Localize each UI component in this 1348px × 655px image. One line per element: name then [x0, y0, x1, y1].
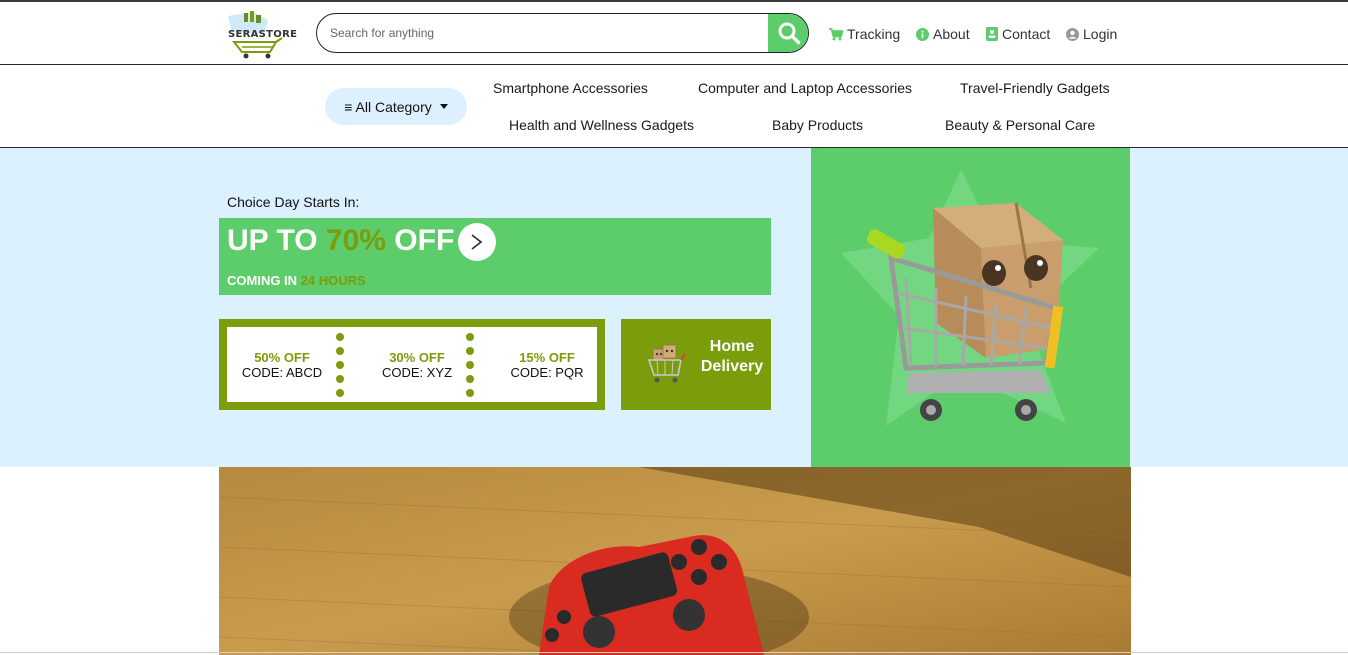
- caret-down-icon: [439, 104, 448, 109]
- home-delivery-label: Home Delivery: [700, 338, 764, 375]
- all-category-dropdown[interactable]: ≡ All Category: [325, 88, 467, 125]
- nav-contact[interactable]: Contact: [986, 24, 1050, 44]
- product-banner-image[interactable]: [219, 467, 1131, 655]
- nav-tracking-label: Tracking: [847, 26, 901, 42]
- coupon-item[interactable]: 30% OFF CODE: XYZ: [362, 350, 472, 381]
- promo-percent: 70%: [325, 224, 386, 257]
- promo-sub-prefix: COMING IN: [227, 273, 301, 288]
- category-link-travel-friendly-gadgets[interactable]: Travel-Friendly Gadgets: [960, 80, 1110, 96]
- site-header: SERASTORE Tracking About Contact Logi: [0, 2, 1348, 64]
- search-bar: [316, 13, 809, 53]
- promo-hours: 24 HOURS: [300, 273, 366, 288]
- nav-about-label: About: [933, 26, 970, 42]
- nav-tracking[interactable]: Tracking: [829, 24, 900, 44]
- shopping-cart-mascot-icon: [841, 170, 1099, 426]
- search-icon: [778, 22, 800, 45]
- coupon-code: CODE: PQR: [510, 365, 584, 380]
- game-controller-photo-icon: [219, 467, 1131, 655]
- header-divider: [0, 64, 1348, 65]
- coupon-item[interactable]: 50% OFF CODE: ABCD: [227, 350, 337, 381]
- nav-contact-label: Contact: [1002, 26, 1051, 42]
- category-link-baby-products[interactable]: Baby Products: [772, 117, 863, 133]
- coupon-code: CODE: ABCD: [241, 365, 323, 380]
- search-button[interactable]: [768, 14, 808, 52]
- promo-suffix: OFF: [385, 224, 455, 257]
- promo-prefix: UP TO: [227, 224, 326, 257]
- choice-day-text: Choice Day Starts In:: [227, 194, 360, 210]
- page-bottom-border: [0, 652, 1348, 653]
- promo-arrow-button[interactable]: [458, 223, 496, 261]
- coupon-discount: 50% OFF: [254, 350, 310, 365]
- coupon-code: CODE: XYZ: [381, 365, 453, 380]
- coupon-discount: 30% OFF: [389, 350, 445, 365]
- contact-card-icon: [986, 27, 998, 41]
- logo-text: SERASTORE: [228, 29, 298, 40]
- info-icon: [916, 27, 929, 41]
- nav-login[interactable]: Login: [1066, 24, 1117, 44]
- promo-banner: UP TO 70% OFF COMING IN 24 HOURS: [219, 218, 771, 295]
- promo-subtitle: COMING IN 24 HOURS: [227, 273, 366, 288]
- nav-login-label: Login: [1083, 26, 1118, 42]
- promo-headline: UP TO 70% OFF: [227, 224, 454, 258]
- coupon-separator: [466, 333, 474, 397]
- coupon-discount: 15% OFF: [519, 350, 575, 365]
- chevron-right-icon: [471, 234, 483, 250]
- delivery-cart-icon: [647, 344, 686, 383]
- cart-icon: [829, 27, 843, 41]
- user-icon: [1066, 27, 1079, 41]
- store-logo[interactable]: SERASTORE: [224, 10, 298, 60]
- home-delivery-card[interactable]: Home Delivery: [621, 319, 771, 410]
- category-link-beauty-personal-care[interactable]: Beauty & Personal Care: [945, 117, 1095, 133]
- hero-cart-image: [811, 148, 1130, 467]
- all-category-label: ≡ All Category: [344, 98, 432, 115]
- hero-section: [0, 148, 1348, 467]
- category-link-computer-laptop-accessories[interactable]: Computer and Laptop Accessories: [698, 80, 912, 96]
- coupon-item[interactable]: 15% OFF CODE: PQR: [492, 350, 602, 381]
- coupon-panel: 50% OFF CODE: ABCD 30% OFF CODE: XYZ 15%…: [219, 319, 605, 410]
- coupon-list: 50% OFF CODE: ABCD 30% OFF CODE: XYZ 15%…: [227, 327, 597, 402]
- search-input[interactable]: [317, 14, 767, 51]
- category-link-smartphone-accessories[interactable]: Smartphone Accessories: [493, 80, 648, 96]
- category-link-health-wellness-gadgets[interactable]: Health and Wellness Gadgets: [509, 117, 694, 133]
- nav-about[interactable]: About: [916, 24, 970, 44]
- coupon-separator: [336, 333, 344, 397]
